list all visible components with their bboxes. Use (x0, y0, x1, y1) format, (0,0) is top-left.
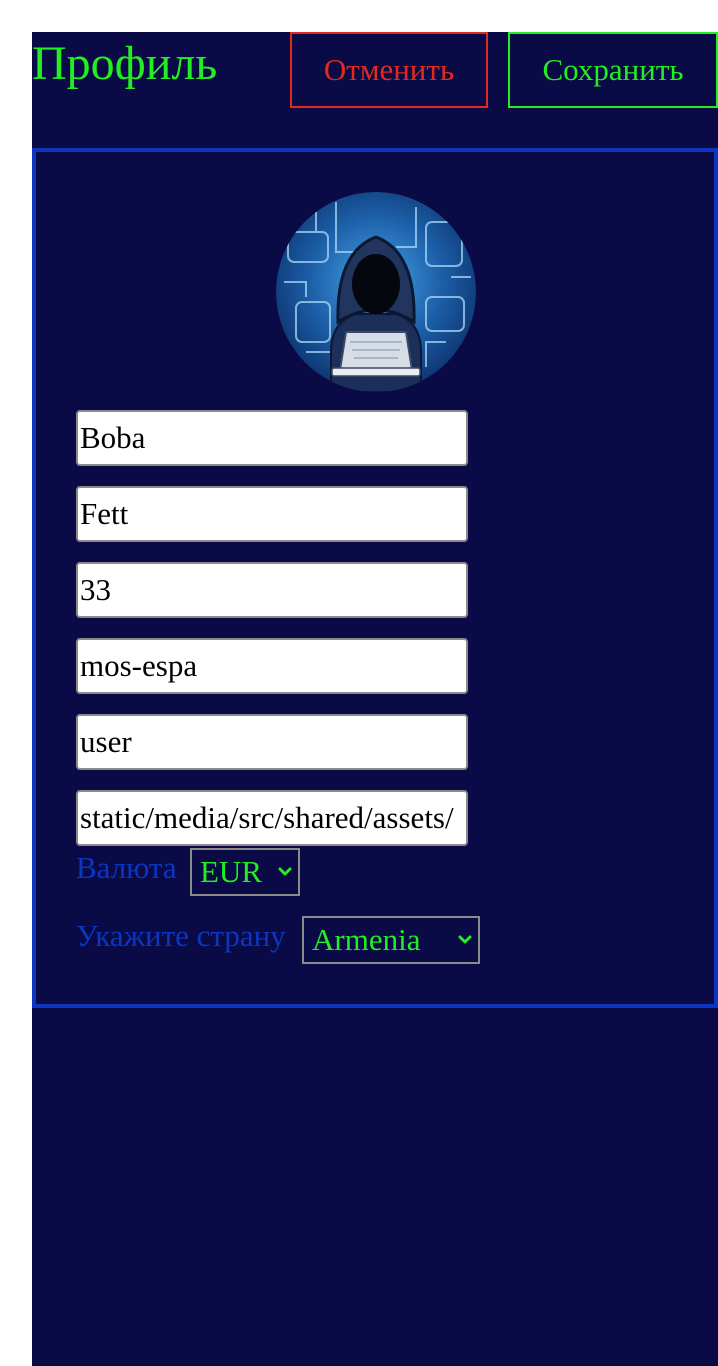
username-field[interactable] (76, 714, 468, 770)
country-label: Укажите страну (76, 918, 286, 953)
first-name-field[interactable] (76, 410, 468, 466)
avatar (276, 192, 476, 392)
profile-card: Валюта EUR Укажите страну Armenia (32, 148, 718, 1008)
city-field[interactable] (76, 638, 468, 694)
chevron-down-icon (278, 867, 292, 876)
currency-label: Валюта (76, 850, 177, 885)
age-field[interactable] (76, 562, 468, 618)
hooded-hacker-avatar-icon (276, 192, 476, 392)
page-title: Профиль (32, 37, 218, 90)
currency-select[interactable]: EUR (190, 848, 300, 896)
country-select[interactable]: Armenia (302, 916, 480, 964)
last-name-field[interactable] (76, 486, 468, 542)
profile-page: Профиль Отменить Сохранить Boba Fett 33 … (32, 32, 718, 1366)
avatar-path-field[interactable] (76, 790, 468, 846)
cancel-button[interactable]: Отменить (290, 32, 488, 108)
chevron-down-icon (458, 935, 472, 944)
currency-selected-value: EUR (200, 854, 262, 889)
save-button[interactable]: Сохранить (508, 32, 718, 108)
country-selected-value: Armenia (312, 922, 421, 957)
